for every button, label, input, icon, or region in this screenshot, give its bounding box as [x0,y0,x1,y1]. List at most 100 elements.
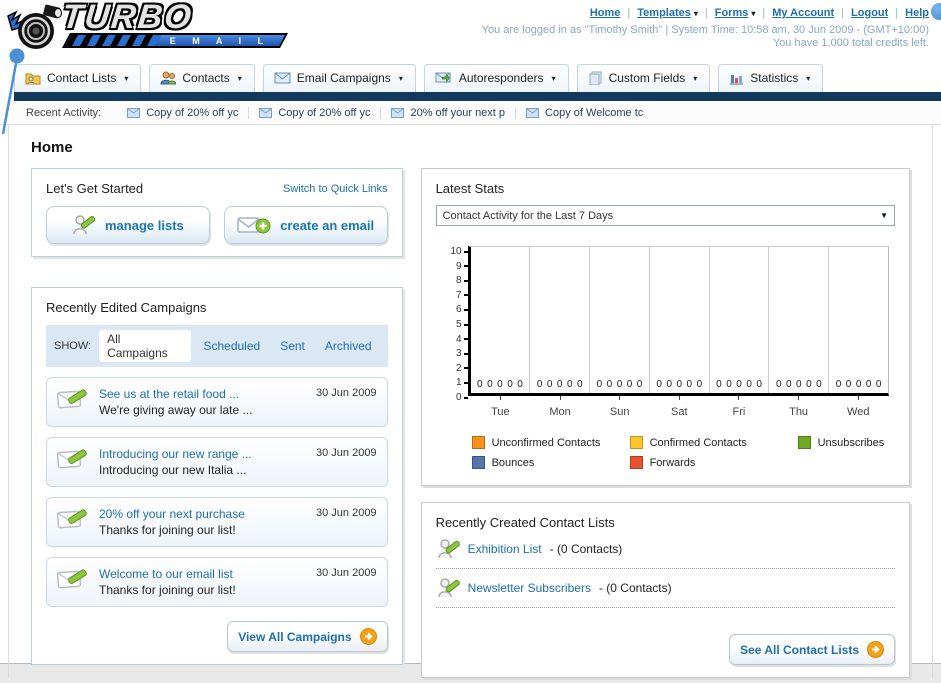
campaign-item[interactable]: See us at the retail food ... We're givi… [46,377,388,427]
envelope-icon [127,107,141,118]
contact-list-row[interactable]: Newsletter Subscribers - (0 Contacts) [435,569,895,608]
recently-created-contact-lists-panel: Recently Created Contact Lists Exhibitio… [420,502,910,678]
contact-list-link[interactable]: Exhibition List [468,542,542,556]
campaign-item[interactable]: Welcome to our email list Thanks for joi… [46,557,388,607]
select-arrow-icon: ▼ [880,211,888,220]
arrow-right-icon [359,628,377,645]
legend-swatch [629,456,643,469]
legend-swatch [629,436,643,449]
campaign-subtitle: We're giving away our late ... [99,403,253,417]
app-logo: TURBO E M A I L [6,0,288,54]
separator: | [627,7,631,19]
nav-tab-contacts[interactable]: Contacts ▾ [149,64,255,92]
nav-tab-custom-fields[interactable]: Custom Fields ▾ [576,64,711,92]
contact-list-link[interactable]: Newsletter Subscribers [468,581,591,595]
create-email-button[interactable]: create an email [223,206,388,244]
main-content: Home Let's Get Started Switch to Quick L… [8,125,933,678]
manage-lists-label: manage lists [105,217,184,233]
recent-activity-bar: Recent Activity: Copy of 20% off yc Copy… [0,101,941,125]
recently-edited-campaigns-panel: Recently Edited Campaigns SHOW: All Camp… [31,287,403,665]
recent-activity-item[interactable]: Copy of 20% off yc [248,106,380,119]
chart-legend: Unconfirmed Contacts Confirmed Contacts Un… [471,436,889,469]
nav-tab-label: Email Campaigns [296,71,391,85]
top-link-logout[interactable]: Logout [851,7,888,19]
contact-list-edit-icon [437,578,460,598]
filter-all-campaigns[interactable]: All Campaigns [99,330,192,362]
contact-list-row[interactable]: Exhibition List - (0 Contacts) [435,530,895,569]
campaign-envelope-edit-icon [57,509,87,529]
legend-item: Forwards [629,456,798,469]
top-link-my-account[interactable]: My Account [772,7,834,19]
chart-x-label: Fri [709,396,769,420]
login-status-text: You are logged in as "Timothy Smith" | S… [481,24,929,36]
campaign-title-link[interactable]: Introducing our new range ... [99,447,306,461]
show-label: SHOW: [54,340,92,352]
chart-category-group: 00000 [835,379,882,390]
contact-activity-chart: 10 9 8 7 6 5 4 3 2 1 0 000000000000000000000000000… [442,246,889,469]
chevron-down-icon: ▾ [237,73,242,83]
campaign-item[interactable]: 20% off your next purchase Thanks for jo… [46,497,388,547]
filter-sent[interactable]: Sent [272,337,313,355]
campaign-date: 30 Jun 2009 [316,507,377,519]
campaign-title-link[interactable]: 20% off your next purchase [99,507,306,521]
page-title: Home [31,139,73,156]
separator: | [704,7,708,19]
recent-activity-item[interactable]: Copy of 20% off yc [117,107,248,119]
campaign-envelope-edit-icon [57,389,87,409]
manage-lists-button[interactable]: manage lists [46,206,210,244]
chevron-down-icon: ▾ [551,73,556,83]
chart-x-label: Mon [530,396,590,420]
recent-activity-item[interactable]: Copy of Welcome tc [515,106,653,119]
chart-x-label: Thu [769,396,829,420]
autoresponders-icon [435,72,451,83]
nav-tab-contact-lists[interactable]: Contact Lists ▾ [14,64,142,92]
manage-lists-icon [73,215,96,235]
logo-title: TURBO [60,0,195,36]
legend-swatch [797,436,811,449]
chart-x-label: Sun [590,396,650,420]
campaign-date: 30 Jun 2009 [316,387,377,399]
campaign-item[interactable]: Introducing our new range ... Introducin… [46,437,388,487]
email-campaigns-icon [274,72,291,84]
stats-period-select[interactable]: Contact Activity for the Last 7 Days ▼ [435,205,895,226]
create-email-label: create an email [280,217,375,233]
switch-quick-links-link[interactable]: Switch to Quick Links [283,183,388,195]
top-link-help[interactable]: Help [905,7,929,19]
statistics-icon [730,74,744,85]
chevron-down-icon: ▾ [398,73,403,83]
logo-stripes [65,35,161,46]
top-links: Home | Templates ▾ | Forms ▾ | My Account … [482,7,929,19]
chart-category-group: 00000 [650,247,710,393]
chart-x-label: Wed [828,396,888,420]
legend-swatch [471,436,485,449]
see-all-contact-lists-button[interactable]: See All Contact Lists [729,634,895,665]
chevron-down-icon: ▾ [124,73,129,83]
credits-text: You have 1,000 total credits left. [772,37,929,49]
filter-archived[interactable]: Archived [317,337,380,355]
contact-list-count: - (0 Contacts) [598,581,672,595]
contact-list-count: - (0 Contacts) [549,542,623,556]
view-all-campaigns-button[interactable]: View All Campaigns [227,621,388,652]
campaign-title-link[interactable]: Welcome to our email list [99,567,306,581]
create-email-icon [237,217,271,234]
campaign-subtitle: Thanks for joining our list! [99,523,236,537]
nav-tab-label: Contacts [182,71,230,85]
legend-item: Unconfirmed Contacts [471,436,630,449]
campaign-title-link[interactable]: See us at the retail food ... [99,387,306,401]
top-link-forms[interactable]: Forms ▾ [715,7,756,19]
nav-tab-label: Statistics [750,71,799,85]
nav-tab-statistics[interactable]: Statistics ▾ [718,64,824,92]
nav-tab-email-campaigns[interactable]: Email Campaigns ▾ [262,64,416,92]
recent-activity-item[interactable]: 20% off your next p [380,106,515,119]
nav-tab-autoresponders[interactable]: Autoresponders ▾ [423,64,569,92]
chart-category-group: 00000 [769,247,830,393]
top-link-templates[interactable]: Templates ▾ [637,7,698,19]
logo-banner: E M A I L [62,33,288,48]
separator: | [895,7,899,19]
campaign-filter-bar: SHOW: All Campaigns Scheduled Sent Archi… [46,325,388,367]
filter-scheduled[interactable]: Scheduled [195,337,268,355]
recent-activity-label: Recent Activity: [26,106,102,119]
top-link-home[interactable]: Home [590,7,621,19]
chart-x-labels: Tue Mon Sun Sat Fri Thu Wed [471,396,888,420]
logo-subtitle: E M A I L [169,35,270,46]
